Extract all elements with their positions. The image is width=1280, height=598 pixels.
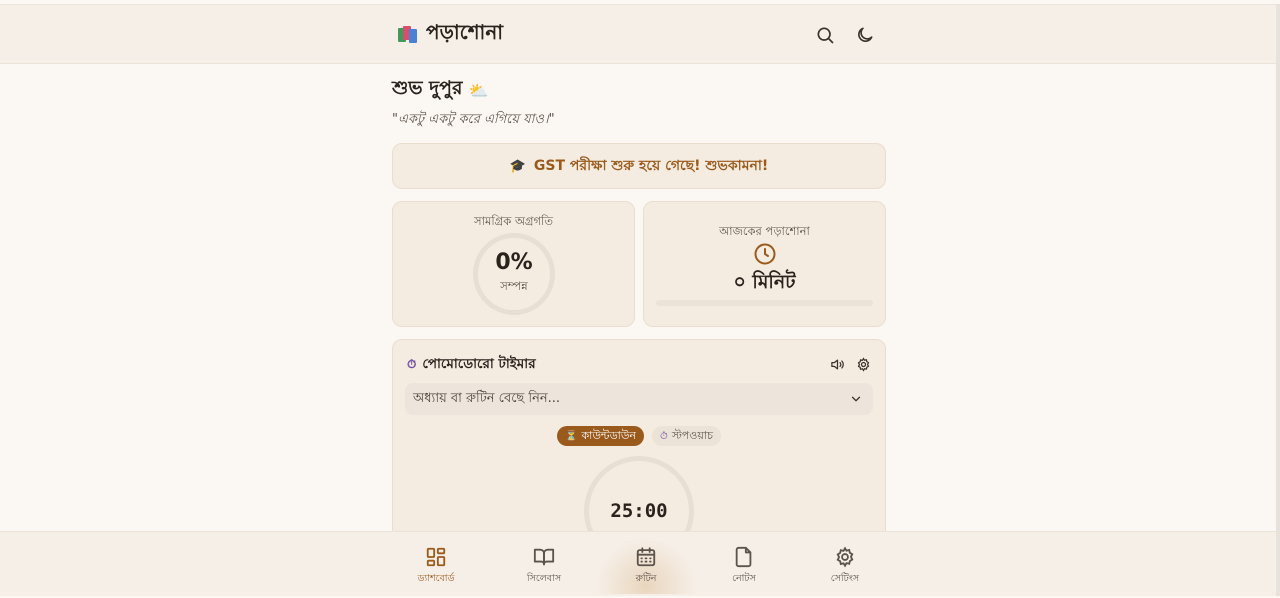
nav-item-notes[interactable]: নোটস [704, 546, 784, 587]
search-button[interactable] [814, 24, 836, 46]
clock-icon [644, 242, 885, 266]
pomodoro-title: ⏱ পোমোডোরো টাইমার [407, 353, 536, 376]
dashboard-icon [426, 547, 446, 567]
nav-label-syllabus: সিলেবাস [526, 573, 562, 584]
countdown-mode-label: কাউন্টডাউন [581, 428, 636, 442]
timer-settings-button[interactable] [855, 356, 871, 372]
search-icon [817, 27, 834, 43]
main-content: শুভ দুপুর ⛅ "একটু একটু করে এগিয়ে যাও।" … [392, 64, 886, 579]
nav-item-settings[interactable]: সেটিংস [805, 546, 885, 587]
nav-label-dashboard: ড্যাশবোর্ড [417, 573, 455, 584]
today-study-bar [656, 300, 873, 306]
countdown-mode-button[interactable]: ⏳ কাউন্টডাউন [557, 426, 644, 446]
greeting-text: শুভ দুপুর [392, 77, 463, 99]
nav-label-settings: সেটিংস [830, 573, 860, 584]
books-logo-icon [398, 25, 418, 44]
brand[interactable]: পড়াশোনা [398, 18, 503, 51]
hourglass-icon: ⏳ [565, 430, 578, 442]
stopwatch-icon: ⏱ [660, 430, 668, 442]
note-icon [735, 546, 752, 568]
motivational-quote: "একটু একটু করে এগিয়ে যাও।" [392, 112, 555, 127]
top-bar-inner: পড়াশোনা [392, 5, 886, 64]
header-actions [814, 24, 876, 46]
sound-toggle-button[interactable] [829, 356, 845, 372]
chapter-select-placeholder: অধ্যায় বা রুটিন বেছে নিন... [413, 390, 561, 406]
calendar-icon [636, 547, 656, 567]
nav-item-routine[interactable]: রুটিন [606, 546, 686, 587]
nav-label-routine: রুটিন [635, 573, 657, 584]
exam-banner: 🎓 GST পরীক্ষা শুরু হয়ে গেছে! শুভকামনা! [392, 143, 886, 189]
stopwatch-icon: ⏱ [407, 356, 417, 371]
nav-item-dashboard[interactable]: ড্যাশবোর্ড [396, 546, 476, 587]
sun-cloud-icon: ⛅ [468, 80, 489, 100]
stopwatch-mode-button[interactable]: ⏱ স্টপওয়াচ [652, 426, 721, 446]
nav-item-syllabus[interactable]: সিলেবাস [504, 546, 584, 587]
pomodoro-title-text: পোমোডোরো টাইমার [422, 355, 536, 372]
moon-icon [858, 27, 873, 42]
greeting: শুভ দুপুর ⛅ [392, 74, 886, 106]
overall-progress-card: সামগ্রিক অগ্রগতি 0% সম্পন্ন [392, 201, 635, 327]
stats-row: সামগ্রিক অগ্রগতি 0% সম্পন্ন আজকের পড়াশো… [392, 201, 886, 327]
nav-label-notes: নোটস [732, 573, 756, 584]
progress-ring: 0% সম্পন্ন [473, 233, 555, 315]
today-study-label: আজকের পড়াশোনা [719, 224, 810, 238]
progress-value: 0% [495, 249, 533, 275]
graduation-cap-icon: 🎓 [509, 158, 526, 174]
overall-progress-label: সামগ্রিক অগ্রগতি [474, 214, 553, 228]
chapter-select[interactable]: অধ্যায় বা রুটিন বেছে নিন... [405, 383, 873, 415]
today-study-value: ০ মিনিট [733, 271, 796, 293]
top-bar: পড়াশোনা [0, 5, 1276, 64]
bottom-navigation: ড্যাশবোর্ড সিলেবাস রুটিন নোটস সেটিংস [0, 531, 1276, 596]
banner-text: GST পরীক্ষা শুরু হয়ে গেছে! শুভকামনা! [533, 158, 769, 174]
timer-mode-toggle: ⏳ কাউন্টডাউন ⏱ স্টপওয়াচ [393, 426, 885, 446]
window-scrollbar[interactable] [1276, 4, 1280, 596]
speaker-icon [830, 359, 844, 369]
pomodoro-header: ⏱ পোমোডোরো টাইমার [407, 354, 871, 374]
pomodoro-actions [829, 356, 871, 372]
app-title: পড়াশোনা [426, 20, 504, 44]
stopwatch-mode-label: স্টপওয়াচ [671, 428, 713, 442]
today-study-card: আজকের পড়াশোনা ০ মিনিট [643, 201, 886, 327]
progress-sub-label: সম্পন্ন [500, 278, 528, 293]
gear-icon [836, 546, 854, 568]
gear-icon [857, 356, 869, 372]
app-frame: পড়াশোনা শুভ দুপুর ⛅ "একটু একটু করে এগিয… [0, 4, 1276, 596]
theme-toggle-button[interactable] [854, 24, 876, 46]
chevron-down-icon [851, 396, 861, 402]
book-icon [533, 548, 555, 566]
